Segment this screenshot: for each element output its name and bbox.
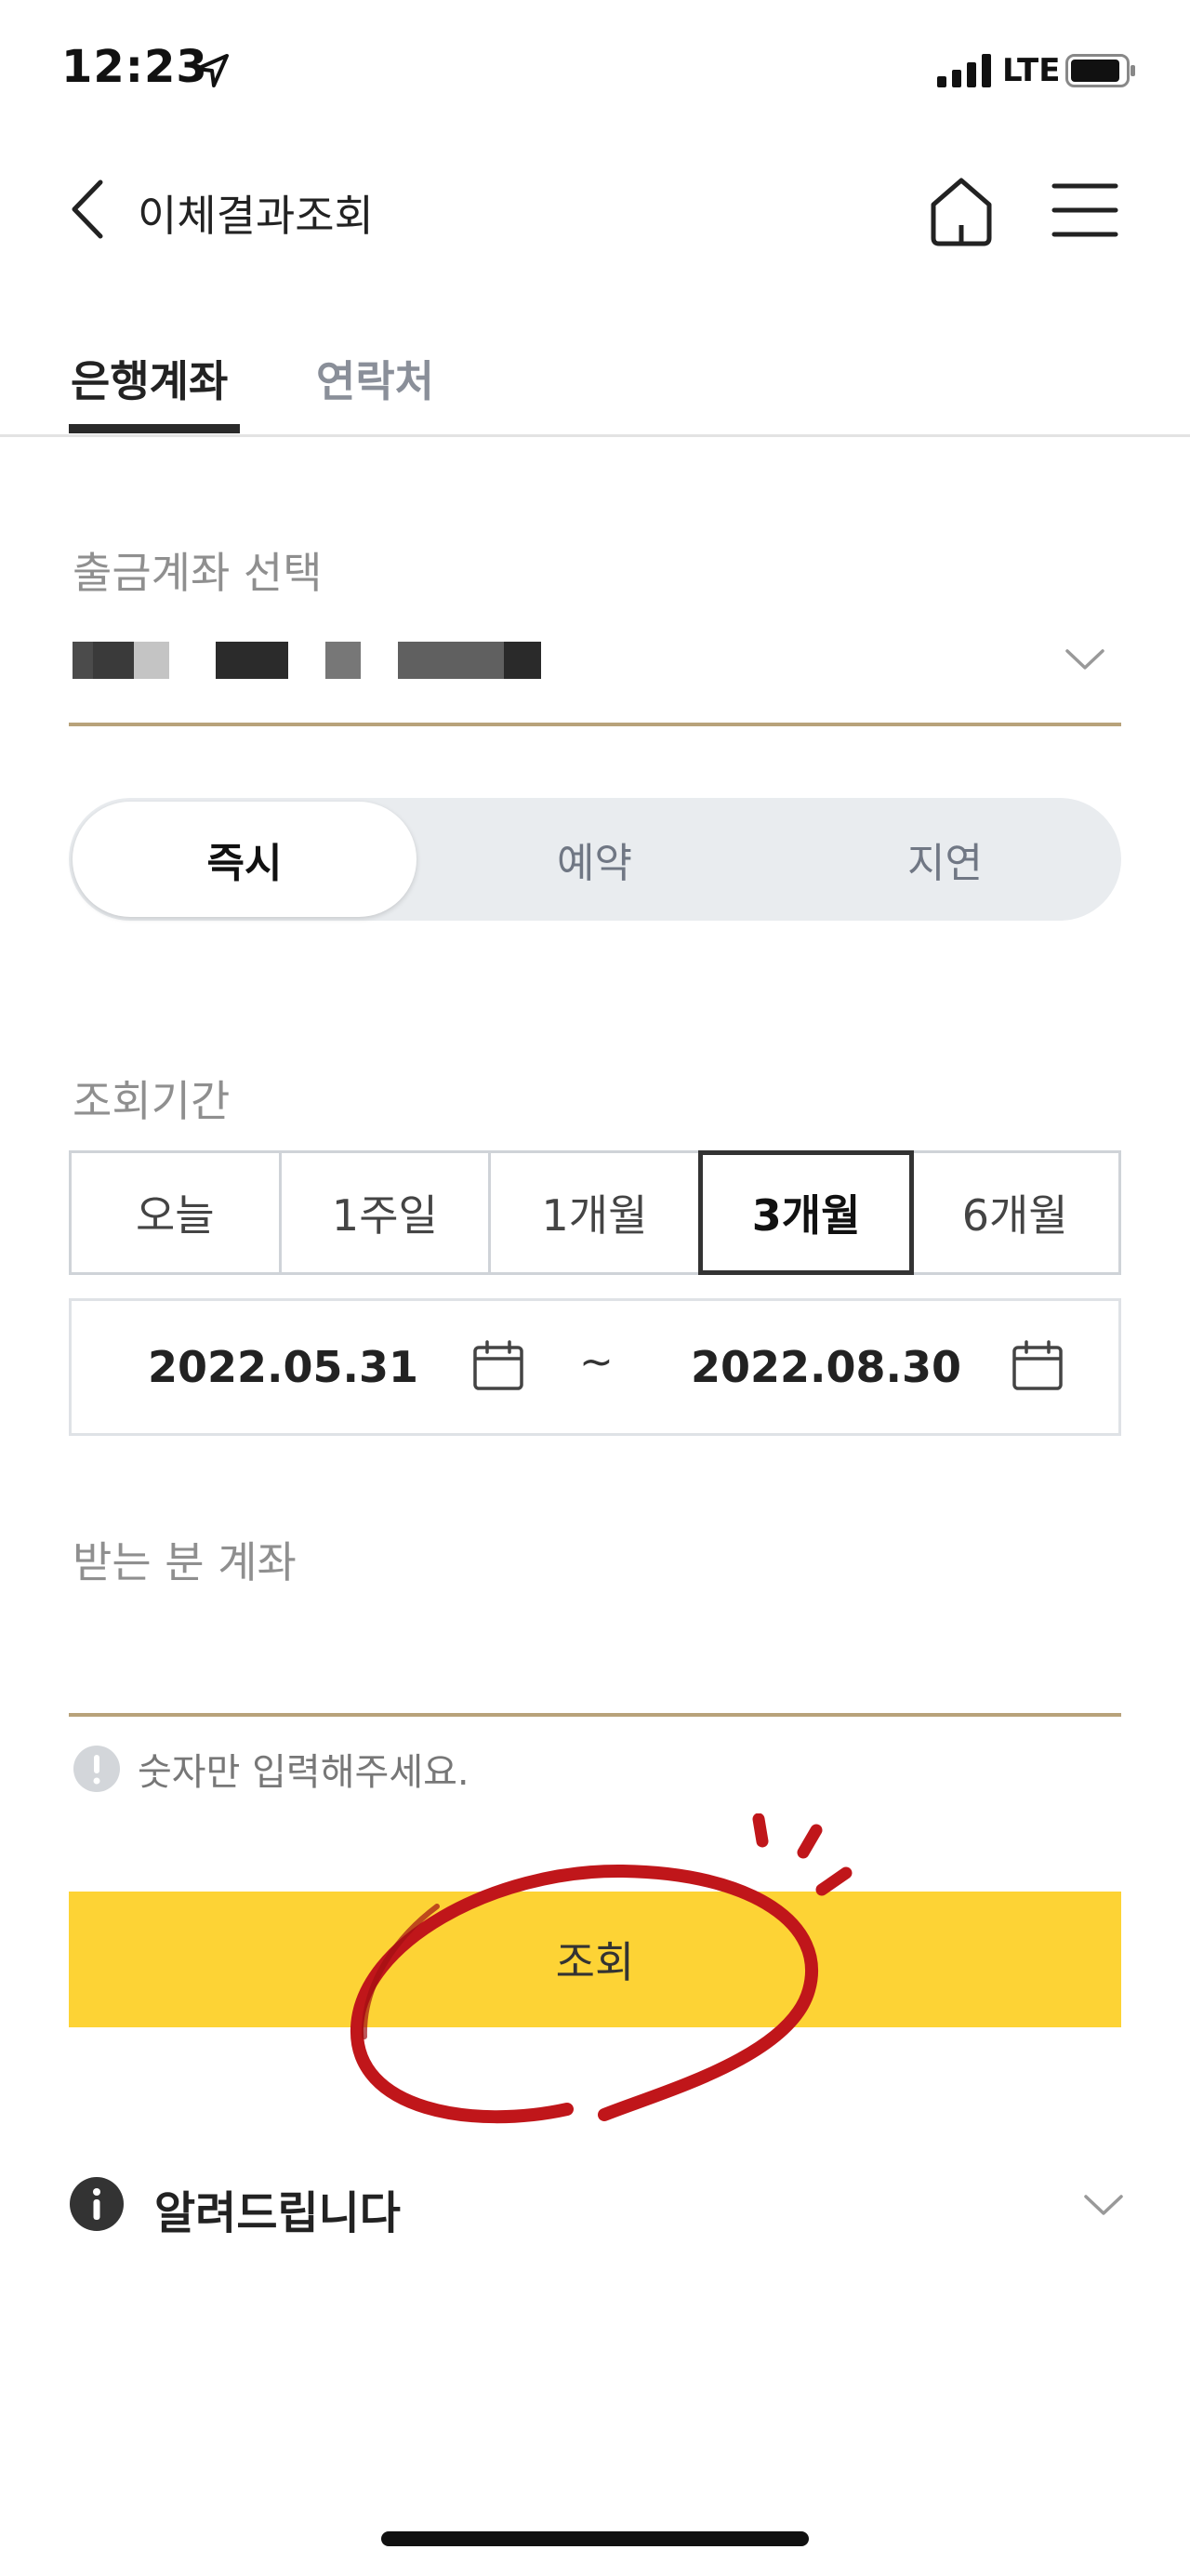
- back-icon[interactable]: [65, 177, 112, 242]
- transfer-type-segment: 즉시 예약 지연: [69, 798, 1121, 921]
- calendar-icon[interactable]: [1011, 1338, 1064, 1392]
- withdrawal-account-label: 출금계좌 선택: [73, 548, 323, 598]
- menu-icon[interactable]: [1051, 179, 1119, 242]
- start-date[interactable]: 2022.05.31: [148, 1342, 418, 1392]
- hint-text: 숫자만 입력해주세요.: [138, 1751, 469, 1794]
- period-label: 조회기간: [73, 1076, 231, 1126]
- date-range: 2022.05.31 ~ 2022.08.30: [69, 1298, 1121, 1436]
- tab-bank-account[interactable]: 은행계좌: [71, 348, 228, 409]
- period-3month-button[interactable]: 3개월: [697, 1150, 915, 1275]
- account-underline: [69, 723, 1121, 726]
- period-6month-button[interactable]: 6개월: [911, 1153, 1118, 1272]
- end-date[interactable]: 2022.08.30: [691, 1342, 961, 1392]
- redaction-block: [504, 642, 541, 679]
- period-1week-button[interactable]: 1주일: [282, 1153, 492, 1272]
- redaction-block: [93, 642, 134, 679]
- inquiry-button[interactable]: 조회: [69, 1892, 1121, 2027]
- period-today-button[interactable]: 오늘: [72, 1153, 282, 1272]
- active-tab-indicator: [69, 424, 240, 433]
- input-hint: 숫자만 입력해주세요.: [73, 1743, 469, 1795]
- tab-contacts[interactable]: 연락처: [316, 348, 434, 409]
- battery-icon: [1065, 54, 1135, 87]
- notice-row[interactable]: 알려드립니다: [69, 2171, 1123, 2239]
- segment-immediate[interactable]: 즉시: [73, 802, 416, 917]
- recipient-underline: [69, 1713, 1121, 1717]
- network-type: LTE: [1002, 52, 1061, 89]
- segment-scheduled[interactable]: 예약: [419, 798, 770, 921]
- app-header: 이체결과조회: [0, 158, 1190, 260]
- redaction-block: [216, 642, 288, 679]
- redaction-block: [134, 642, 169, 679]
- status-time: 12:23: [61, 41, 208, 93]
- date-separator: ~: [579, 1338, 614, 1386]
- recipient-account-input[interactable]: [69, 1609, 1121, 1674]
- location-arrow-icon: [195, 54, 229, 87]
- chevron-down-icon[interactable]: [1080, 2185, 1127, 2223]
- info-icon: [70, 2177, 124, 2231]
- exclamation-icon: [73, 1746, 120, 1792]
- period-options: 오늘 1주일 1개월 3개월 6개월: [69, 1150, 1121, 1275]
- calendar-icon[interactable]: [471, 1338, 525, 1392]
- redaction-block: [398, 642, 504, 679]
- redaction-block: [73, 642, 93, 679]
- status-bar: 12:23 LTE: [0, 0, 1190, 139]
- page-title: 이체결과조회: [138, 191, 374, 241]
- signal-icon: [937, 54, 991, 87]
- home-indicator: [381, 2531, 809, 2546]
- redaction-block: [325, 642, 361, 679]
- segment-delayed[interactable]: 지연: [770, 798, 1120, 921]
- chevron-down-icon[interactable]: [1062, 640, 1108, 677]
- tab-bar: 은행계좌 연락처: [0, 335, 1190, 437]
- home-icon[interactable]: [926, 173, 997, 247]
- period-1month-button[interactable]: 1개월: [491, 1153, 701, 1272]
- withdrawal-account-masked-number[interactable]: [73, 642, 593, 679]
- notice-label: 알려드립니다: [154, 2187, 401, 2239]
- recipient-account-label: 받는 분 계좌: [73, 1537, 297, 1587]
